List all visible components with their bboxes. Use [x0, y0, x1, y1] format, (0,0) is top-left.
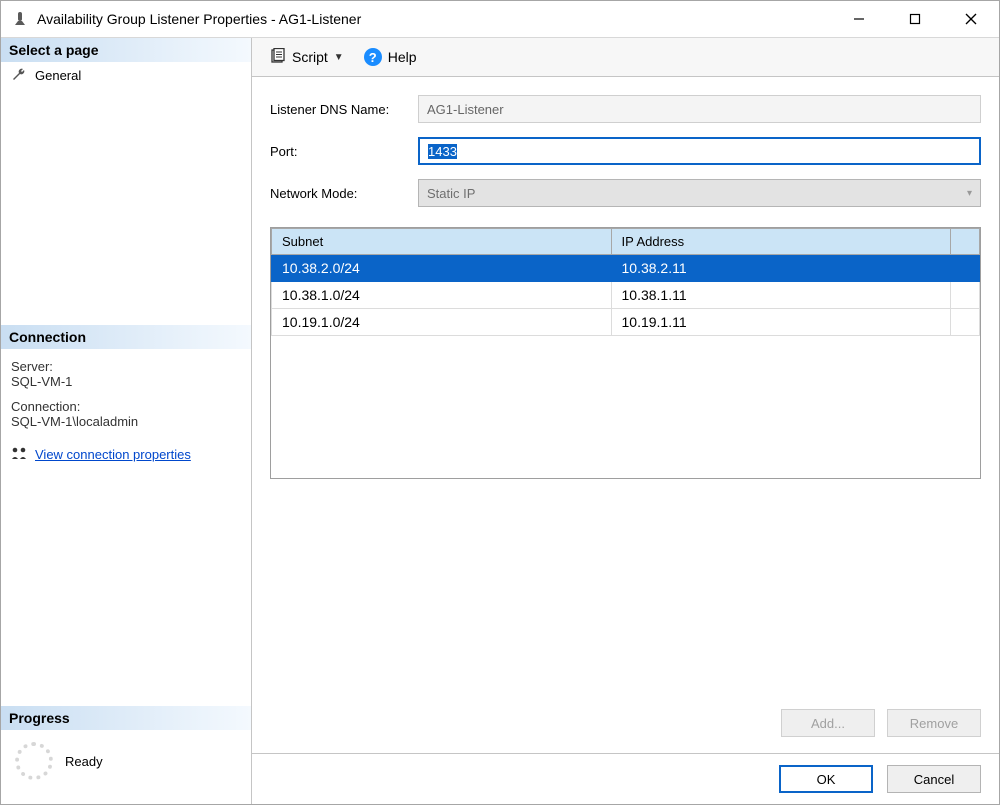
dialog-body: Select a page General Connection Server:… — [1, 38, 999, 804]
connection-properties-icon — [11, 445, 27, 464]
dialog-window: Availability Group Listener Properties -… — [0, 0, 1000, 805]
listener-dns-input[interactable] — [418, 95, 981, 123]
row-dns: Listener DNS Name: — [270, 95, 981, 123]
page-item-label: General — [35, 68, 81, 83]
progress-status: Ready — [65, 754, 103, 769]
minimize-button[interactable] — [831, 1, 887, 37]
help-button[interactable]: ? Help — [356, 44, 425, 70]
view-connection-properties[interactable]: View connection properties — [1, 439, 251, 470]
server-value: SQL-VM-1 — [11, 374, 241, 389]
cell-subnet: 10.38.1.0/24 — [272, 282, 612, 309]
toolbar: Script ▼ ? Help — [252, 38, 999, 77]
table-row[interactable]: 10.38.1.0/2410.38.1.11 — [272, 282, 980, 309]
view-connection-properties-link[interactable]: View connection properties — [35, 447, 191, 462]
col-subnet[interactable]: Subnet — [272, 229, 612, 255]
cell-ip: 10.19.1.11 — [611, 309, 951, 336]
cell-subnet: 10.38.2.0/24 — [272, 255, 612, 282]
cell-ip: 10.38.1.11 — [611, 282, 951, 309]
select-page-header: Select a page — [1, 38, 251, 62]
row-port: Port: — [270, 137, 981, 165]
cancel-button[interactable]: Cancel — [887, 765, 981, 793]
left-pane: Select a page General Connection Server:… — [1, 38, 252, 804]
window-title: Availability Group Listener Properties -… — [37, 11, 831, 27]
network-mode-select[interactable]: Static IP ▾ — [418, 179, 981, 207]
cell-spacer — [951, 309, 980, 336]
cell-spacer — [951, 255, 980, 282]
connection-label: Connection: — [11, 399, 241, 414]
content-area: Listener DNS Name: Port: Network Mode: — [252, 77, 999, 753]
window-controls — [831, 1, 999, 37]
network-mode-value: Static IP — [427, 186, 475, 201]
table-row[interactable]: 10.19.1.0/2410.19.1.11 — [272, 309, 980, 336]
mode-label: Network Mode: — [270, 186, 418, 201]
cell-ip: 10.38.2.11 — [611, 255, 951, 282]
title-bar: Availability Group Listener Properties -… — [1, 1, 999, 38]
script-icon — [270, 48, 286, 67]
cell-subnet: 10.19.1.0/24 — [272, 309, 612, 336]
port-input[interactable] — [418, 137, 981, 165]
chevron-down-icon: ▾ — [967, 188, 972, 199]
grid-buttons: Add... Remove — [270, 699, 981, 743]
col-spacer — [951, 229, 980, 255]
remove-button[interactable]: Remove — [887, 709, 981, 737]
subnet-grid[interactable]: Subnet IP Address 10.38.2.0/2410.38.2.11… — [270, 227, 981, 479]
table-row[interactable]: 10.38.2.0/2410.38.2.11 — [272, 255, 980, 282]
row-mode: Network Mode: Static IP ▾ — [270, 179, 981, 207]
help-label: Help — [388, 49, 417, 65]
server-label: Server: — [11, 359, 241, 374]
dialog-footer: OK Cancel — [252, 753, 999, 804]
progress-header: Progress — [1, 706, 251, 730]
connection-header: Connection — [1, 325, 251, 349]
dns-label: Listener DNS Name: — [270, 102, 418, 117]
chevron-down-icon: ▼ — [334, 52, 344, 63]
wrench-icon — [11, 67, 27, 83]
cell-spacer — [951, 282, 980, 309]
right-pane: Script ▼ ? Help Listener DNS Name: Port: — [252, 38, 999, 804]
help-icon: ? — [364, 48, 382, 66]
progress-spinner-icon — [15, 742, 53, 780]
col-ip[interactable]: IP Address — [611, 229, 951, 255]
add-button[interactable]: Add... — [781, 709, 875, 737]
port-label: Port: — [270, 144, 418, 159]
app-icon — [11, 10, 29, 28]
progress-block: Ready — [1, 730, 251, 804]
script-label: Script — [292, 49, 328, 65]
ok-button[interactable]: OK — [779, 765, 873, 793]
maximize-button[interactable] — [887, 1, 943, 37]
page-item-general[interactable]: General — [1, 62, 251, 88]
connection-value: SQL-VM-1\localadmin — [11, 414, 241, 429]
script-button[interactable]: Script ▼ — [262, 44, 352, 71]
close-button[interactable] — [943, 1, 999, 37]
connection-info: Server: SQL-VM-1 Connection: SQL-VM-1\lo… — [1, 349, 251, 439]
page-list: General — [1, 62, 251, 88]
